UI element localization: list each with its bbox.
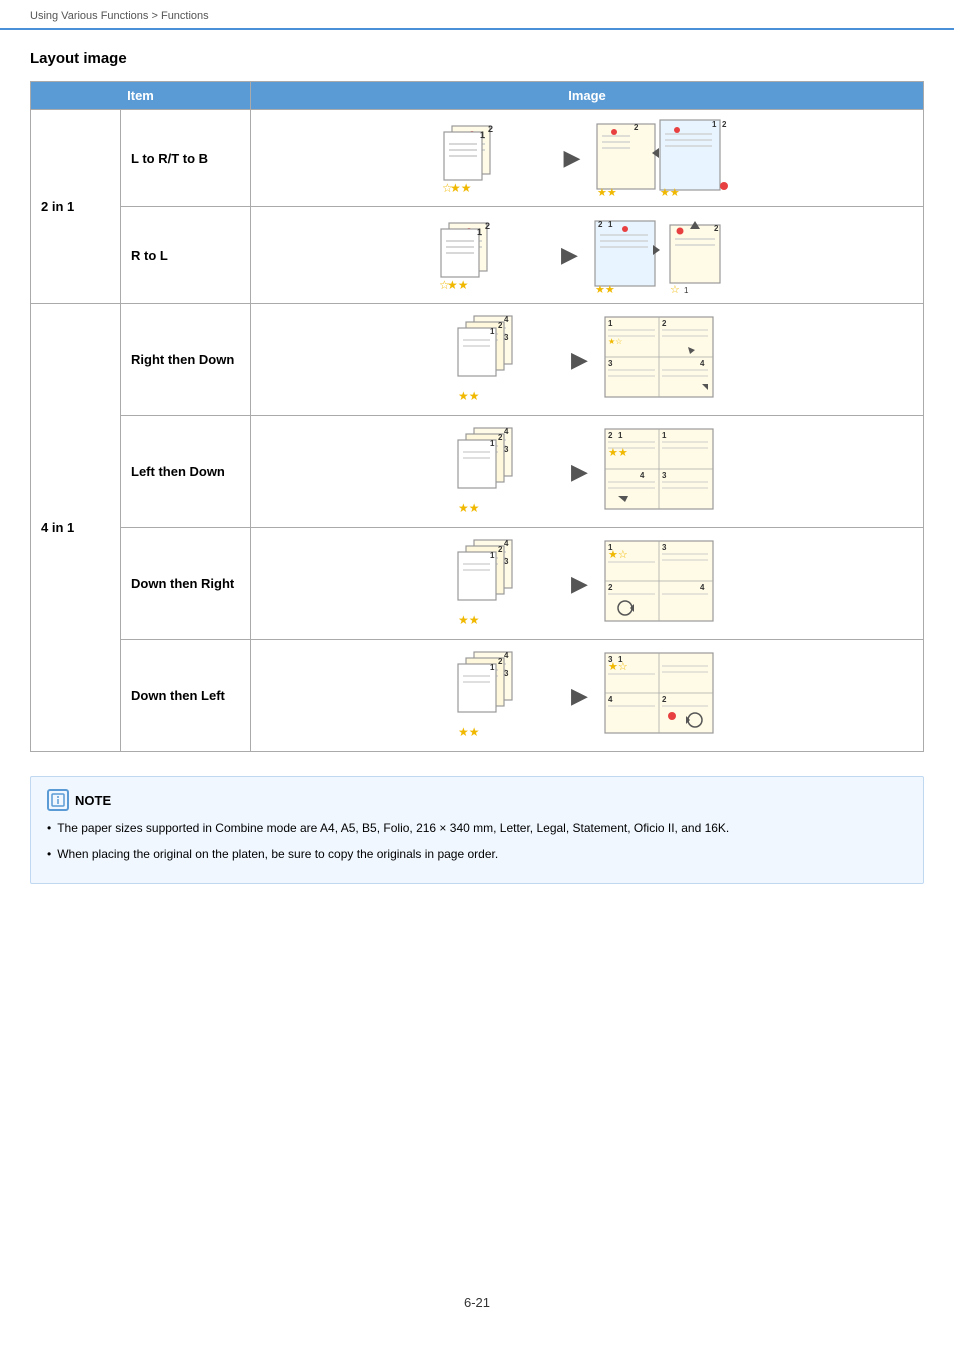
- arrow-icon: ▶: [571, 347, 588, 373]
- page-title: Layout image: [30, 50, 924, 67]
- svg-text:3: 3: [504, 669, 509, 678]
- svg-text:★★: ★★: [447, 278, 469, 292]
- note-item-1: • The paper sizes supported in Combine m…: [47, 819, 907, 837]
- col-image-header: Image: [251, 82, 924, 110]
- table-row: Down then Left 4 3 2: [31, 640, 924, 752]
- item-name-downright: Down then Right: [121, 528, 251, 640]
- svg-text:★★: ★★: [660, 187, 680, 198]
- svg-text:4: 4: [700, 359, 705, 368]
- svg-text:1: 1: [480, 130, 485, 140]
- svg-text:2: 2: [498, 657, 503, 666]
- svg-text:2: 2: [498, 321, 503, 330]
- diagram-2in1-rtol: 2 ★★ 1 ☆ ▶: [251, 207, 924, 304]
- svg-text:2: 2: [634, 123, 639, 132]
- group-label-4in1: 4 in 1: [31, 304, 121, 752]
- table-row: 2 in 1 L to R/T to B 2: [31, 110, 924, 207]
- table-row: Down then Right 4 3 2: [31, 528, 924, 640]
- svg-text:2: 2: [714, 224, 719, 233]
- svg-text:1: 1: [490, 663, 495, 672]
- svg-text:4: 4: [608, 695, 613, 704]
- svg-text:1: 1: [662, 431, 667, 440]
- item-name-rtol: R to L: [121, 207, 251, 304]
- group-label-2in1: 2 in 1: [31, 110, 121, 304]
- note-header: NOTE: [47, 789, 907, 811]
- table-row: 4 in 1 Right then Down 4 3 2: [31, 304, 924, 416]
- svg-text:★★: ★★: [595, 284, 615, 295]
- note-section: NOTE • The paper sizes supported in Comb…: [30, 776, 924, 884]
- svg-text:1: 1: [712, 120, 717, 129]
- svg-text:1: 1: [684, 286, 689, 295]
- page-footer: 6-21: [0, 1275, 954, 1330]
- note-label: NOTE: [75, 793, 111, 808]
- layout-table: Item Image 2 in 1 L to R/T to B: [30, 81, 924, 752]
- svg-text:2: 2: [722, 120, 727, 129]
- svg-text:★★: ★★: [458, 389, 480, 403]
- svg-text:★★: ★★: [458, 501, 480, 515]
- svg-text:4: 4: [504, 539, 509, 548]
- svg-text:★★: ★★: [458, 725, 480, 739]
- item-name-ltor: L to R/T to B: [121, 110, 251, 207]
- diagram-4in1-leftdown: 4 3 2 1 ★: [251, 416, 924, 528]
- svg-text:2: 2: [488, 124, 493, 134]
- arrow-icon: ▶: [561, 242, 578, 268]
- svg-text:2: 2: [498, 433, 503, 442]
- svg-text:☆: ☆: [670, 284, 680, 295]
- breadcrumb: Using Various Functions > Functions: [0, 0, 954, 30]
- svg-text:☆: ☆: [442, 181, 453, 195]
- table-row: Left then Down 4 3 2: [31, 416, 924, 528]
- svg-text:★☆: ★☆: [608, 661, 628, 673]
- svg-text:4: 4: [504, 315, 509, 324]
- svg-text:1: 1: [477, 227, 482, 237]
- svg-text:1: 1: [490, 439, 495, 448]
- arrow-icon: ▶: [571, 571, 588, 597]
- svg-text:2: 2: [608, 431, 613, 440]
- svg-text:2: 2: [608, 583, 613, 592]
- svg-text:1: 1: [608, 220, 613, 229]
- item-name-rightdown: Right then Down: [121, 304, 251, 416]
- svg-text:2: 2: [598, 220, 603, 229]
- svg-text:3: 3: [504, 557, 509, 566]
- item-name-leftdown: Left then Down: [121, 416, 251, 528]
- svg-text:★★: ★★: [608, 447, 628, 459]
- arrow-icon: ▶: [564, 145, 581, 171]
- svg-text:★☆: ★☆: [608, 337, 622, 346]
- diagram-4in1-downright: 4 3 2 1 ★: [251, 528, 924, 640]
- svg-text:3: 3: [504, 445, 509, 454]
- note-item-2: • When placing the original on the plate…: [47, 845, 907, 863]
- svg-text:4: 4: [700, 583, 705, 592]
- note-icon: [47, 789, 69, 811]
- svg-text:1: 1: [618, 431, 623, 440]
- arrow-icon: ▶: [571, 459, 588, 485]
- svg-text:3: 3: [662, 471, 667, 480]
- svg-text:4: 4: [640, 471, 645, 480]
- svg-text:2: 2: [485, 221, 490, 231]
- svg-text:★★: ★★: [450, 181, 472, 195]
- svg-text:1: 1: [490, 327, 495, 336]
- svg-text:3: 3: [662, 543, 667, 552]
- svg-text:★★: ★★: [458, 613, 480, 627]
- svg-text:4: 4: [504, 651, 509, 660]
- diagram-2in1-ltor: 2 ★★ 1 ☆: [251, 110, 924, 207]
- svg-text:★★: ★★: [597, 187, 617, 198]
- svg-text:2: 2: [662, 695, 667, 704]
- table-row: R to L 2 ★★: [31, 207, 924, 304]
- diagram-4in1-downleft: 4 3 2 1 ★: [251, 640, 924, 752]
- svg-text:2: 2: [498, 545, 503, 554]
- col-item-header: Item: [31, 82, 251, 110]
- svg-text:2: 2: [662, 319, 667, 328]
- svg-text:3: 3: [504, 333, 509, 342]
- svg-text:4: 4: [504, 427, 509, 436]
- item-name-downleft: Down then Left: [121, 640, 251, 752]
- arrow-icon: ▶: [571, 683, 588, 709]
- diagram-4in1-rightdown: 4 3 2 1 ★: [251, 304, 924, 416]
- svg-text:★☆: ★☆: [608, 549, 628, 561]
- svg-text:1: 1: [608, 319, 613, 328]
- svg-text:☆: ☆: [439, 278, 450, 292]
- svg-text:3: 3: [608, 359, 613, 368]
- svg-text:1: 1: [490, 551, 495, 560]
